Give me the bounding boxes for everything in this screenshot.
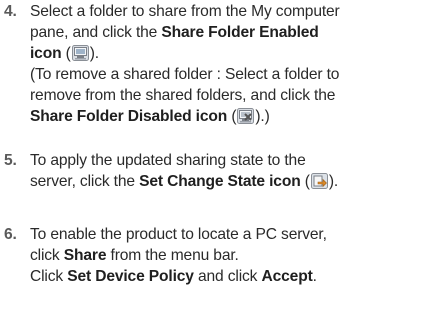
step-note-line: Share Folder Disabled icon ().) [30,108,270,125]
step-text-line: To enable the product to locate a PC ser… [30,226,327,243]
step-text-line: To apply the updated sharing state to th… [30,152,306,169]
share-folder-enabled-icon [71,45,89,61]
step-text-line: pane, and click the Share Folder Enabled [30,24,319,41]
ui-term: Share [63,247,107,264]
ui-term: Set Change State icon [139,173,301,190]
ui-term: Accept [261,268,313,285]
step-text-line: Select a folder to share from the My com… [30,3,340,20]
step-text-line: icon (). [30,45,99,62]
ui-term: icon [30,45,62,62]
ui-term: Set Device Policy [67,268,194,285]
instruction-page: 4. Select a folder to share from the My … [0,0,445,314]
step-number: 5. [4,152,17,169]
step-text-line: click Share from the menu bar. [30,247,239,264]
ui-term: Share Folder Enabled [161,24,319,41]
share-folder-disabled-icon [237,108,255,124]
step-text-line: Click Set Device Policy and click Accept… [30,268,317,285]
step-note-line: (To remove a shared folder : Select a fo… [30,66,340,83]
step-text-line: server, click the Set Change State icon … [30,173,339,190]
set-change-state-icon [310,173,328,189]
step-note-line: remove from the shared folders, and clic… [30,87,336,104]
step-number: 6. [4,226,17,243]
ui-term: Share Folder Disabled icon [30,108,228,125]
step-number: 4. [4,3,17,20]
